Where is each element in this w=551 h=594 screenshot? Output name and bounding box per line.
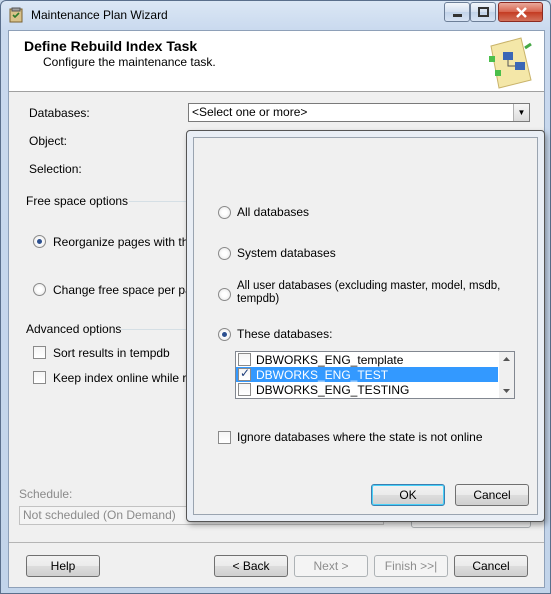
free-space-section-title: Free space options [26, 194, 129, 208]
change-free-space-radio[interactable] [33, 283, 46, 296]
page-title: Define Rebuild Index Task [24, 38, 198, 54]
help-button[interactable]: Help [26, 555, 100, 577]
popup-cancel-button[interactable]: Cancel [455, 484, 529, 506]
database-checkbox[interactable] [238, 353, 251, 366]
ok-button[interactable]: OK [371, 484, 445, 506]
all-user-databases-radio[interactable] [218, 288, 231, 301]
object-label: Object: [29, 134, 68, 148]
schedule-value: Not scheduled (On Demand) [23, 508, 176, 522]
maximize-button[interactable] [470, 2, 496, 22]
page-subtitle: Configure the maintenance task. [43, 55, 216, 69]
database-checkbox[interactable] [238, 383, 251, 396]
section-divider [121, 329, 189, 330]
these-databases-radio[interactable] [218, 328, 231, 341]
databases-dropdown[interactable]: <Select one or more> ▼ [188, 103, 530, 122]
title-bar: Maintenance Plan Wizard [1, 1, 550, 29]
reorganize-label: Reorganize pages with the d [53, 235, 206, 249]
maximize-icon [478, 7, 489, 17]
database-selection-popup: All databases System databases All user … [186, 130, 545, 522]
selection-label: Selection: [29, 162, 82, 176]
all-databases-radio[interactable] [218, 206, 231, 219]
finish-button[interactable]: Finish >>| [374, 555, 448, 577]
minimize-icon [453, 14, 462, 17]
close-icon [516, 7, 527, 18]
keep-online-checkbox[interactable] [33, 371, 46, 384]
list-item[interactable]: DBWORKS_ENG_TEST [236, 366, 498, 382]
databases-label: Databases: [29, 106, 90, 120]
ignore-offline-label: Ignore databases where the state is not … [237, 430, 483, 444]
database-checkbox[interactable] [238, 366, 251, 381]
database-list[interactable]: DBWORKS_ENG_template DBWORKS_ENG_TEST DB… [235, 351, 515, 399]
window-title: Maintenance Plan Wizard [31, 8, 168, 22]
databases-dropdown-value: <Select one or more> [192, 105, 308, 119]
list-scrollbar[interactable] [499, 352, 514, 398]
list-item[interactable]: DBWORKS_ENG_TESTING [236, 382, 498, 397]
all-databases-label: All databases [237, 205, 310, 219]
all-user-databases-label-cont: tempdb) [237, 293, 280, 305]
sort-results-checkbox[interactable] [33, 346, 46, 359]
app-icon [9, 7, 23, 23]
scroll-arrows-icon [503, 357, 510, 393]
next-button[interactable]: Next > [294, 555, 368, 577]
database-name: DBWORKS_ENG_TESTING [256, 383, 410, 397]
wizard-header: Define Rebuild Index Task Configure the … [9, 31, 544, 92]
all-user-databases-label: All user databases (excluding master, mo… [237, 280, 501, 292]
reorganize-radio[interactable] [33, 235, 46, 248]
change-free-space-label: Change free space per page [53, 283, 206, 297]
system-databases-radio[interactable] [218, 247, 231, 260]
schedule-label: Schedule: [19, 487, 73, 501]
chevron-down-icon[interactable]: ▼ [513, 104, 529, 121]
wizard-graphic-icon [489, 37, 532, 89]
minimize-button[interactable] [444, 2, 470, 22]
back-button[interactable]: < Back [214, 555, 288, 577]
system-databases-label: System databases [237, 246, 336, 260]
footer-divider [9, 542, 544, 543]
these-databases-label: These databases: [237, 327, 333, 341]
sort-results-label: Sort results in tempdb [53, 346, 170, 360]
database-name: DBWORKS_ENG_template [256, 353, 404, 367]
close-button[interactable] [498, 2, 543, 22]
section-divider [129, 201, 189, 202]
popup-panel: All databases System databases All user … [193, 137, 538, 515]
database-name: DBWORKS_ENG_TEST [256, 368, 389, 382]
ignore-offline-checkbox[interactable] [218, 431, 231, 444]
advanced-section-title: Advanced options [26, 322, 122, 336]
list-item[interactable]: DBWORKS_ENG_template [236, 352, 498, 367]
cancel-button[interactable]: Cancel [454, 555, 528, 577]
